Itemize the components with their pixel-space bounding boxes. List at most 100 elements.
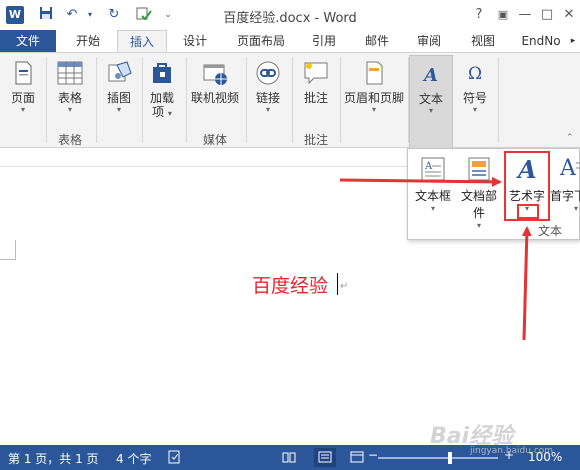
tab-view[interactable]: 视图 <box>460 30 506 52</box>
group-separator <box>246 57 247 143</box>
customize-qat-icon[interactable]: ⌄ <box>158 6 178 24</box>
web-layout-icon[interactable] <box>350 450 364 464</box>
group-separator <box>96 57 97 143</box>
tab-home[interactable]: 开始 <box>64 30 112 52</box>
group-separator <box>142 57 143 143</box>
read-mode-icon[interactable] <box>282 450 296 464</box>
table-icon <box>56 59 84 87</box>
illustrations-button[interactable]: 插图 ▾ <box>100 59 138 114</box>
group-label-text: 文本 <box>538 224 563 238</box>
link-icon <box>254 59 282 87</box>
ribbon: 页面 ▾ 表格 ▾ 表格 插图 ▾ 加载项 ▾ 联机视频 媒体 链接 ▾ 批注 … <box>0 52 580 149</box>
links-button[interactable]: 链接 ▾ <box>250 59 286 114</box>
header-footer-label: 页眉和页脚 <box>343 91 404 105</box>
close-button[interactable]: ✕ <box>556 4 580 26</box>
group-separator <box>186 57 187 143</box>
paragraph-mark-icon: ↵ <box>340 281 349 292</box>
tab-references[interactable]: 引用 <box>302 30 346 52</box>
redo-icon[interactable]: ↻ <box>104 6 124 24</box>
illustrations-label: 插图 <box>106 91 131 105</box>
chevron-down-icon: ▾ <box>67 105 72 114</box>
chevron-down-icon: ▾ <box>472 105 477 114</box>
tab-review[interactable]: 审阅 <box>406 30 452 52</box>
text-group-dropdown: A 文本框 ▾ 文档部件 ▾ A 艺术字 ▾ A 首字下 ▾ 文本 <box>407 148 580 240</box>
undo-icon[interactable]: ↶ <box>62 6 82 24</box>
symbols-label: 符号 <box>462 91 487 105</box>
drop-cap-button[interactable]: A 首字下 ▾ <box>550 155 580 213</box>
chevron-down-icon: ▾ <box>428 106 433 115</box>
word-logo-icon: W <box>6 6 24 24</box>
online-video-label: 联机视频 <box>190 91 239 105</box>
group-label-comments: 批注 <box>303 133 328 147</box>
baidu-watermark-url: jingyan.baidu.com <box>470 446 554 456</box>
chevron-down-icon: ▾ <box>20 105 25 114</box>
undo-dropdown-icon[interactable]: ▾ <box>80 6 100 24</box>
text-label: 文本 <box>418 92 443 106</box>
group-separator <box>292 57 293 143</box>
word-count[interactable]: 4 个字 <box>116 450 151 467</box>
quick-parts-label: 文档部件 <box>460 189 497 220</box>
tab-endnote[interactable]: EndNo <box>516 30 566 52</box>
comment-button[interactable]: 批注 <box>296 59 336 105</box>
proofing-icon[interactable] <box>168 450 182 464</box>
add-ins-button[interactable]: 加载项 ▾ <box>144 59 180 121</box>
group-label-media: 媒体 <box>202 133 227 147</box>
group-separator <box>340 57 341 143</box>
header-footer-icon <box>360 59 388 87</box>
group-separator <box>498 57 499 143</box>
add-ins-label: 加载项 ▾ <box>149 91 174 119</box>
comment-label: 批注 <box>303 91 328 105</box>
ribbon-tabs: 文件 开始 插入 设计 页面布局 引用 邮件 审阅 视图 EndNo ▸ <box>0 30 580 52</box>
svg-text:A: A <box>559 156 577 181</box>
save-icon[interactable] <box>36 6 56 24</box>
svg-text:A: A <box>424 161 433 172</box>
drop-cap-icon: A <box>558 155 580 183</box>
help-button[interactable]: ? <box>466 4 492 26</box>
chevron-down-icon: ▾ <box>265 105 270 114</box>
table-button[interactable]: 表格 ▾ <box>50 59 90 114</box>
group-separator <box>46 57 47 143</box>
header-footer-button[interactable]: 页眉和页脚 ▾ <box>342 59 406 114</box>
wordart-dropdown-highlight-box <box>517 204 539 219</box>
zoom-slider-thumb[interactable] <box>448 452 452 464</box>
spellcheck-icon[interactable] <box>134 6 154 24</box>
comment-icon <box>302 59 330 87</box>
illustration-icon <box>105 59 133 87</box>
tab-file[interactable]: 文件 <box>0 30 56 52</box>
video-icon <box>201 59 229 87</box>
page-count[interactable]: 第 1 页，共 1 页 <box>8 450 99 467</box>
collapse-ribbon-icon[interactable]: ⌃ <box>566 133 574 143</box>
zoom-slider-track[interactable] <box>378 457 498 459</box>
links-label: 链接 <box>255 91 280 105</box>
print-layout-icon[interactable] <box>314 448 336 467</box>
group-label-table: 表格 <box>57 133 82 147</box>
tab-scroll-right-icon[interactable]: ▸ <box>566 30 580 52</box>
quick-parts-icon <box>465 155 493 183</box>
textbox-button[interactable]: A 文本框 ▾ <box>412 155 454 213</box>
symbols-button[interactable]: Ω 符号 ▾ <box>456 59 494 114</box>
table-label: 表格 <box>57 91 82 105</box>
zoom-out-button[interactable]: − <box>368 448 378 462</box>
drop-cap-label: 首字下 <box>550 189 580 203</box>
pages-button[interactable]: 页面 ▾ <box>4 59 42 114</box>
omega-icon: Ω <box>461 59 489 87</box>
document-text[interactable]: 百度经验 <box>252 271 328 298</box>
chevron-down-icon: ▾ <box>371 105 376 114</box>
quick-parts-button[interactable]: 文档部件 ▾ <box>456 155 502 230</box>
page-icon <box>9 59 37 87</box>
tab-insert[interactable]: 插入 <box>117 30 167 52</box>
text-group-icon: A <box>417 60 445 88</box>
textbox-icon: A <box>419 155 447 183</box>
text-button[interactable]: A 文本 ▾ <box>409 55 453 149</box>
pages-label: 页面 <box>10 91 35 105</box>
tab-mailings[interactable]: 邮件 <box>354 30 400 52</box>
store-icon <box>148 59 176 87</box>
online-video-button[interactable]: 联机视频 <box>188 59 242 105</box>
tab-design[interactable]: 设计 <box>172 30 218 52</box>
svg-text:A: A <box>422 65 438 86</box>
svg-text:Ω: Ω <box>468 64 482 84</box>
tab-page-layout[interactable]: 页面布局 <box>226 30 296 52</box>
title-bar: W ↶ ▾ ↻ ⌄ 百度经验.docx - Word ? ▣ — □ ✕ <box>0 0 580 30</box>
text-cursor <box>337 273 338 295</box>
textbox-label: 文本框 <box>414 189 451 203</box>
